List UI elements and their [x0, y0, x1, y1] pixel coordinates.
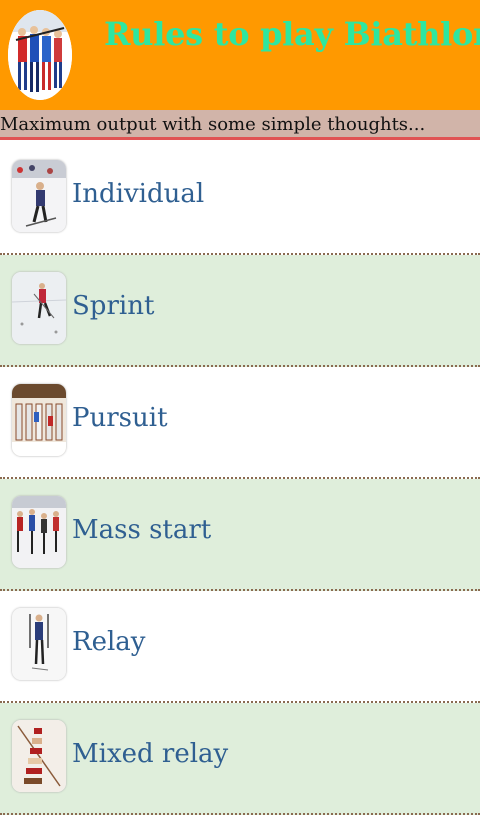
rules-menu-list: Individual Sprint Pursuit Mass start Rel… — [0, 143, 480, 815]
menu-item-individual[interactable]: Individual — [0, 143, 480, 255]
app-header: Rules to play Biathlon — [0, 0, 480, 110]
app-title: Rules to play Biathlon — [104, 15, 480, 53]
menu-item-label: Individual — [72, 179, 205, 209]
tagline-bar: Maximum output with some simple thoughts… — [0, 110, 480, 140]
tagline-text: Maximum output with some simple thoughts… — [0, 114, 426, 135]
menu-item-mixed-relay[interactable]: Mixed relay — [0, 703, 480, 815]
skier-photo-icon — [12, 608, 66, 680]
skier-photo-icon — [12, 272, 66, 344]
menu-item-mass-start[interactable]: Mass start — [0, 479, 480, 591]
menu-item-label: Mass start — [72, 515, 212, 545]
biathletes-logo-icon — [8, 10, 72, 100]
skier-photo-icon — [12, 160, 66, 232]
menu-item-label: Mixed relay — [72, 739, 229, 769]
athletes-photo-icon — [12, 384, 66, 456]
menu-item-label: Pursuit — [72, 403, 168, 433]
menu-item-label: Sprint — [72, 291, 155, 321]
menu-item-pursuit[interactable]: Pursuit — [0, 367, 480, 479]
menu-item-sprint[interactable]: Sprint — [0, 255, 480, 367]
menu-item-label: Relay — [72, 627, 146, 657]
athletes-photo-icon — [12, 496, 66, 568]
menu-item-relay[interactable]: Relay — [0, 591, 480, 703]
athletes-photo-icon — [12, 720, 66, 792]
